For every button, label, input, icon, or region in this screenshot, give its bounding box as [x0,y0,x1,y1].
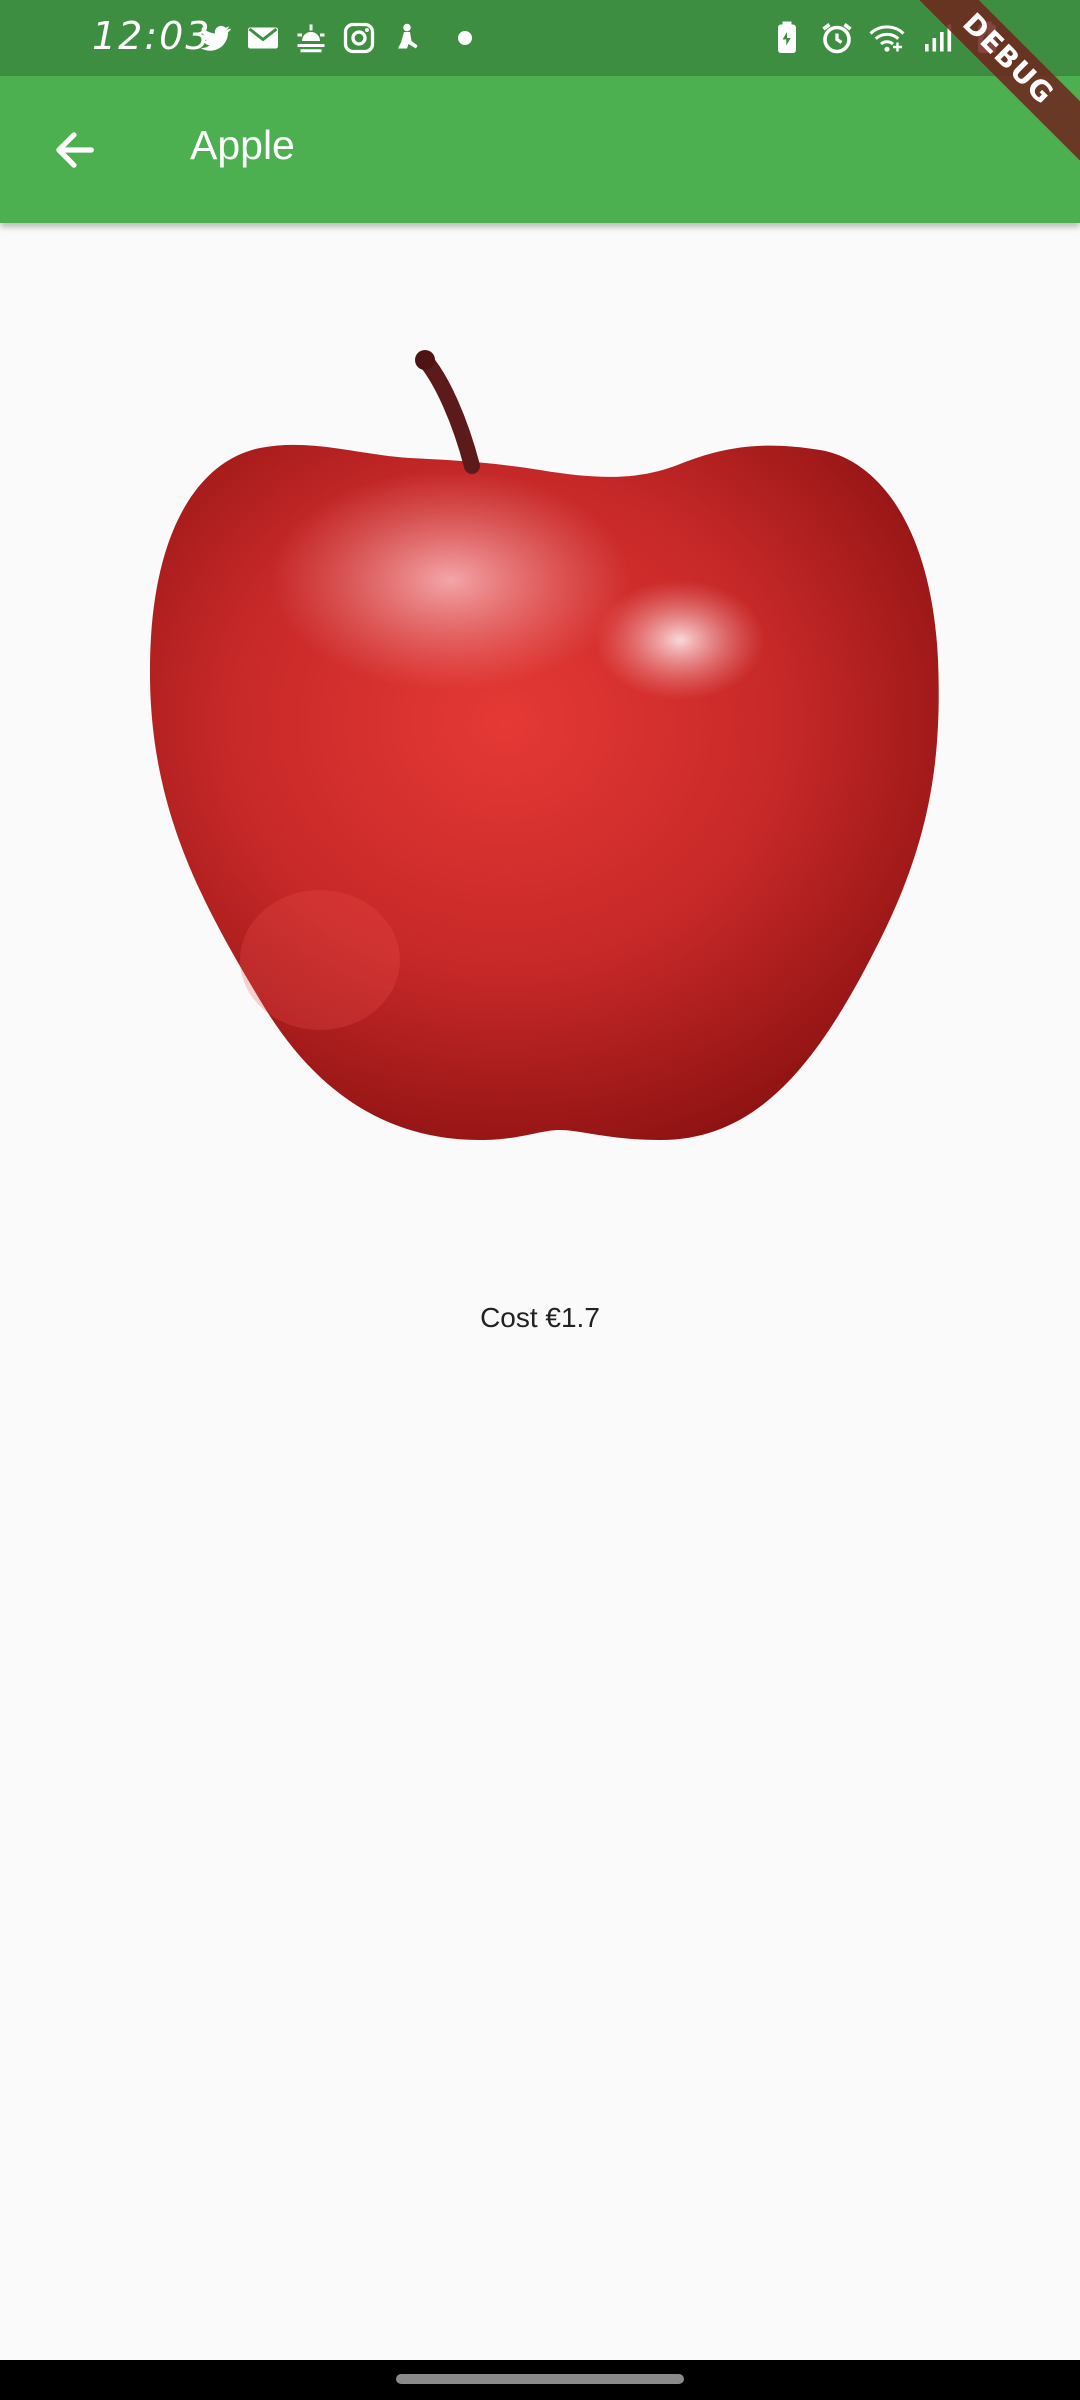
back-button[interactable] [34,114,114,186]
status-notification-icons [196,20,472,56]
navigation-bar [0,2360,1080,2400]
battery-charging-icon [968,20,1006,56]
twitter-icon [196,20,234,56]
status-bar: 12:03 [0,0,1080,76]
status-system-icons [768,20,1006,56]
signal-icon [918,20,956,56]
price-label: Cost €1.7 [480,1302,600,1333]
home-indicator[interactable] [396,2374,684,2384]
instagram-icon [340,20,378,56]
wifi-icon [868,20,906,56]
battery-saver-icon [768,20,806,56]
apple-image [120,340,960,1160]
email-icon [244,20,282,56]
page-title: Apple [190,122,295,168]
status-time: 12:03 [92,14,212,58]
app-bar: Apple [0,76,1080,223]
notification-dot-icon [458,31,472,45]
accessibility-icon [388,20,426,56]
weather-icon [292,20,330,56]
alarm-icon [818,20,856,56]
arrow-back-icon [56,132,94,168]
